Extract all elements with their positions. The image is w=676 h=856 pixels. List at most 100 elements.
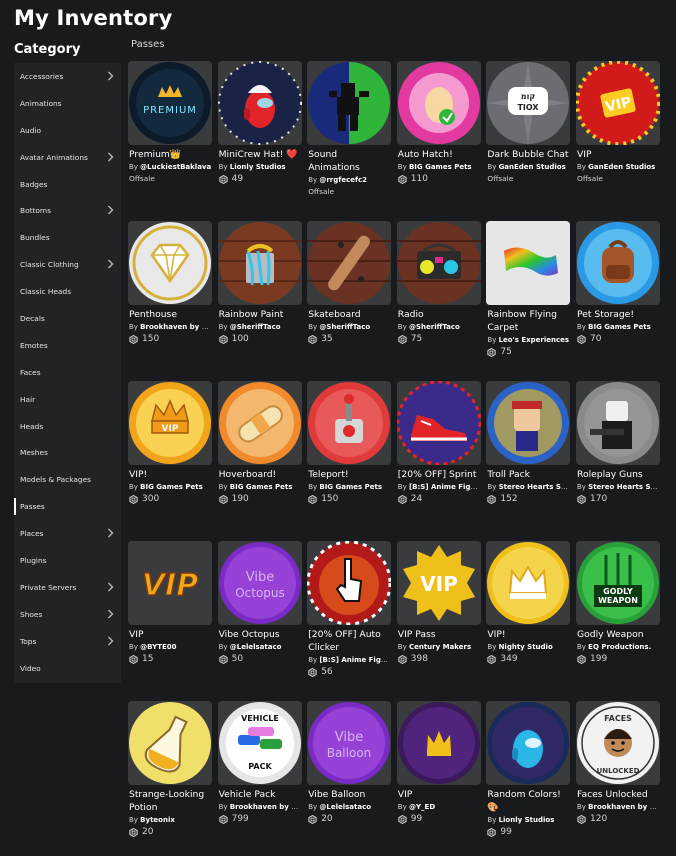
item-name[interactable]: Skateboard [307,308,391,321]
item-card[interactable]: Strange-Looking Potion By Byteonix 20 [128,701,212,856]
item-card[interactable]: Sound Animations By @rrgfecefc2 Offsale [307,61,392,216]
creator-link[interactable]: [B:S] Anime Fight... [319,656,391,664]
item-thumbnail[interactable] [128,701,212,785]
item-thumbnail[interactable]: FACES UNLOCKED [576,701,660,785]
sidebar-item-heads[interactable]: Heads [14,413,121,440]
item-card[interactable]: Vibe Balloon Vibe Balloon By @Lelelsataco 20 [307,701,392,856]
item-name[interactable]: [20% OFF] Sprint [397,468,481,481]
item-thumbnail[interactable] [486,541,571,625]
item-thumbnail[interactable] [307,381,392,465]
creator-link[interactable]: @BYTE00 [140,643,176,651]
item-thumbnail[interactable]: Vibe Balloon [307,701,392,785]
creator-link[interactable]: @LuckiestBaklava [140,163,211,171]
creator-link[interactable]: @Y_ED [409,803,435,811]
item-card[interactable]: PREMIUM Premium👑 By @LuckiestBaklava Offsal… [128,61,212,216]
item-name[interactable]: VIP Pass [397,628,481,641]
item-thumbnail[interactable]: VEHICLE PACK [217,701,302,785]
item-card[interactable]: FACES UNLOCKED Faces Unlocked By Brookhaven… [576,701,660,856]
item-name[interactable]: Radio [397,308,481,321]
creator-link[interactable]: @Lelelsataco [230,643,282,651]
item-card[interactable]: Vibe Octopus Vibe Octopus By @Lelelsataco 50 [217,541,302,696]
sidebar-item-accessories[interactable]: Accessories [14,63,121,90]
item-name[interactable]: Teleport! [307,468,391,481]
creator-link[interactable]: Leo's Experiences [499,336,569,344]
item-name[interactable]: Roleplay Guns [576,468,660,481]
creator-link[interactable]: Byteonix [140,816,175,824]
item-name[interactable]: Random Colors! 🎨 [486,788,570,814]
item-thumbnail[interactable] [486,381,571,465]
sidebar-item-classic-clothing[interactable]: Classic Clothing [14,251,121,278]
creator-link[interactable]: BIG Games Pets [230,483,293,491]
item-name[interactable]: Pet Storage! [576,308,660,321]
item-card[interactable]: VIP! By Nighty Studio 349 [486,541,571,696]
creator-link[interactable]: Lionly Studios [499,816,555,824]
item-name[interactable]: Strange-Looking Potion [128,788,212,814]
creator-link[interactable]: Stereo Hearts St... [499,483,571,491]
item-card[interactable]: Random Colors! 🎨 By Lionly Studios 99 [486,701,571,856]
item-card[interactable]: Troll Pack By Stereo Hearts St... 152 [486,381,571,536]
item-card[interactable]: Skateboard By @SheriffTaco 35 [307,221,392,376]
item-name[interactable]: Sound Animations [307,148,391,174]
item-card[interactable]: Teleport! By BIG Games Pets 150 [307,381,392,536]
item-name[interactable]: VIP! [486,628,570,641]
item-name[interactable]: Premium👑 [128,148,212,161]
creator-link[interactable]: GanEden Studios [499,163,566,171]
creator-link[interactable]: Century Makers [409,643,471,651]
sidebar-item-tops[interactable]: Tops [14,628,121,655]
item-thumbnail[interactable]: VIP [396,541,481,625]
item-thumbnail[interactable]: קומ TIOX [486,61,571,145]
item-thumbnail[interactable] [396,61,481,145]
item-name[interactable]: VIP [397,788,481,801]
creator-link[interactable]: BIG Games Pets [409,163,472,171]
item-thumbnail[interactable]: PREMIUM [128,61,212,145]
sidebar-item-animations[interactable]: Animations [14,90,121,117]
item-thumbnail[interactable] [396,701,481,785]
item-card[interactable]: [20% OFF] Auto Clicker By [B:S] Anime Fig… [307,541,392,696]
sidebar-item-decals[interactable]: Decals [14,305,121,332]
item-name[interactable]: VIP! [128,468,212,481]
sidebar-item-badges[interactable]: Badges [14,171,121,198]
item-name[interactable]: Auto Hatch! [397,148,481,161]
creator-link[interactable]: Brookhaven by V... [230,803,302,811]
sidebar-item-classic-heads[interactable]: Classic Heads [14,278,121,305]
creator-link[interactable]: BIG Games Pets [140,483,203,491]
creator-link[interactable]: Lionly Studios [230,163,286,171]
creator-link[interactable]: @Lelelsataco [319,803,371,811]
item-thumbnail[interactable] [576,381,660,465]
sidebar-item-shoes[interactable]: Shoes [14,601,121,628]
sidebar-item-models-packages[interactable]: Models & Packages [14,466,121,493]
item-card[interactable]: [20% OFF] Sprint By [B:S] Anime Fight... 2… [396,381,481,536]
sidebar-item-faces[interactable]: Faces [14,359,121,386]
item-card[interactable]: VIP VIP By GanEden Studios Offsale [576,61,660,216]
creator-link[interactable]: @SheriffTaco [230,323,281,331]
item-card[interactable]: GODLY WEAPON Godly Weapon By EQ Productions… [576,541,660,696]
item-card[interactable]: קומ TIOX Dark Bubble Chat By GanEden Studio… [486,61,571,216]
item-card[interactable]: VIP VIP! By BIG Games Pets 300 [128,381,212,536]
sidebar-item-places[interactable]: Places [14,520,121,547]
item-name[interactable]: VIP [128,628,212,641]
creator-link[interactable]: @rrgfecefc2 [319,176,367,184]
item-name[interactable]: Penthouse [128,308,212,321]
item-name[interactable]: Hoverboard! [218,468,302,481]
creator-link[interactable]: Nighty Studio [499,643,553,651]
sidebar-item-private-servers[interactable]: Private Servers [14,574,121,601]
item-name[interactable]: Dark Bubble Chat [486,148,570,161]
item-card[interactable]: Radio By @SheriffTaco 75 [396,221,481,376]
item-thumbnail[interactable]: VIP [128,541,212,625]
item-thumbnail[interactable]: VIP [576,61,660,145]
item-thumbnail[interactable]: Vibe Octopus [217,541,302,625]
item-name[interactable]: [20% OFF] Auto Clicker [307,628,391,654]
item-card[interactable]: VEHICLE PACK Vehicle Pack By Brookhaven by … [217,701,302,856]
sidebar-item-avatar-animations[interactable]: Avatar Animations [14,144,121,171]
creator-link[interactable]: [B:S] Anime Fight... [409,483,481,491]
item-thumbnail[interactable]: VIP [128,381,212,465]
creator-link[interactable]: Brookhaven by V... [140,323,212,331]
item-card[interactable]: MiniCrew Hat! ❤️ By Lionly Studios 49 [217,61,302,216]
item-name[interactable]: Faces Unlocked [576,788,660,801]
item-card[interactable]: Pet Storage! By BIG Games Pets 70 [576,221,660,376]
item-thumbnail[interactable] [307,61,392,145]
sidebar-item-emotes[interactable]: Emotes [14,332,121,359]
item-name[interactable]: MiniCrew Hat! ❤️ [218,148,302,161]
item-card[interactable]: Roleplay Guns By Stereo Hearts St... 170 [576,381,660,536]
creator-link[interactable]: @SheriffTaco [409,323,460,331]
